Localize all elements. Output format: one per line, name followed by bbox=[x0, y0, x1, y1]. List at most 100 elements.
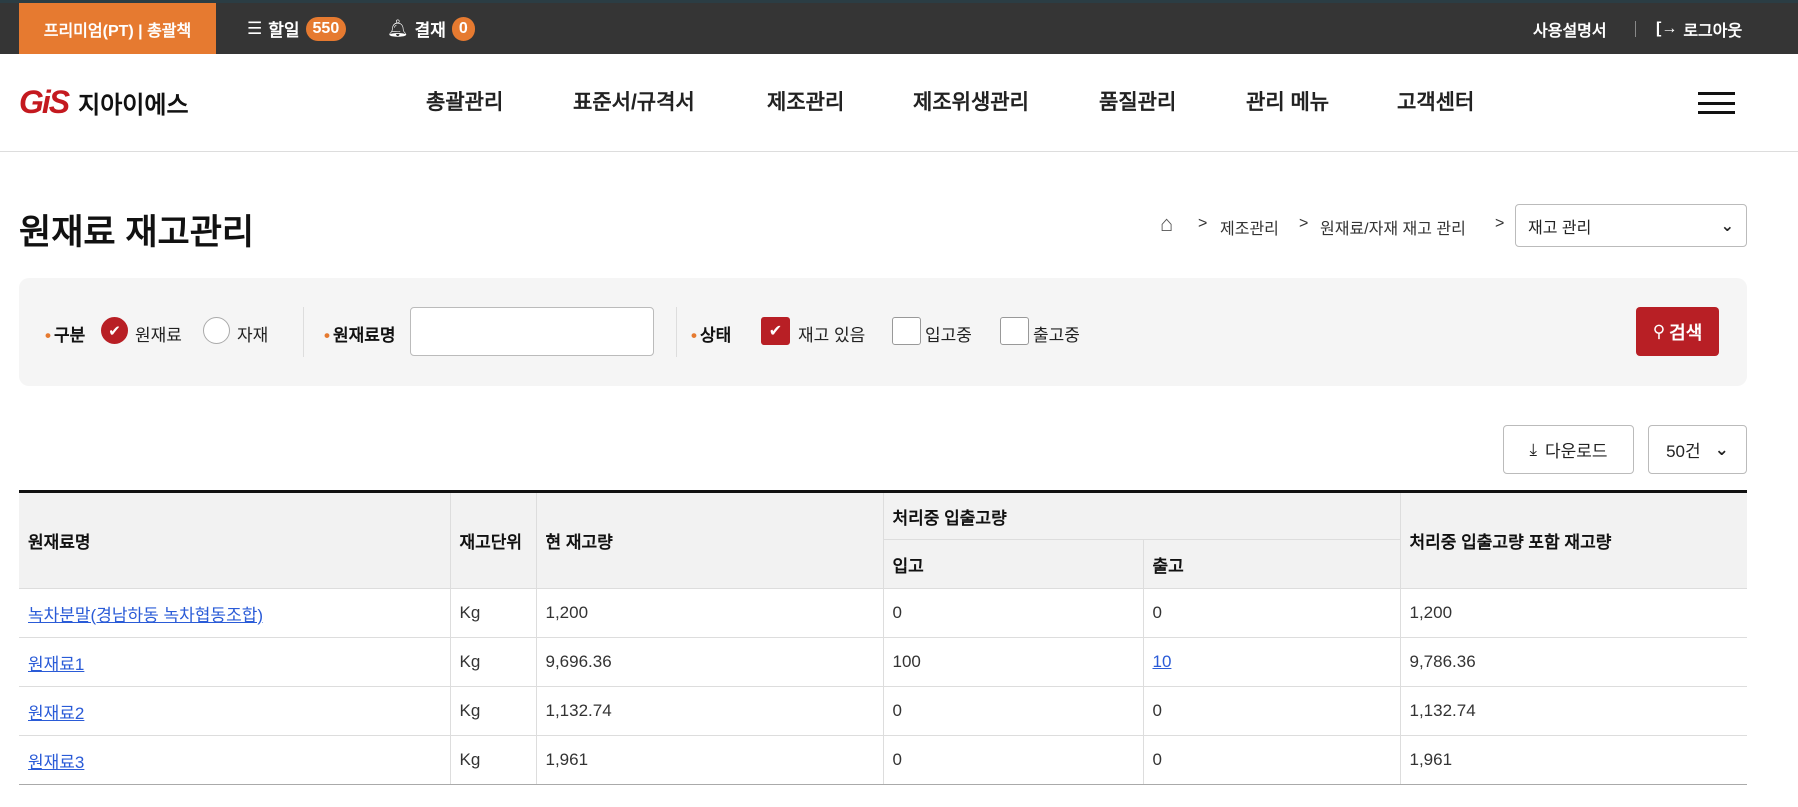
cell-unit: Kg bbox=[449, 686, 537, 736]
breadcrumb-select-value: 재고 관리 bbox=[1528, 219, 1592, 237]
name-link[interactable]: 녹차분말(경남하동 녹차협동조합) bbox=[28, 606, 263, 625]
cell-in: 0 bbox=[882, 588, 1144, 638]
cell-name: 원재료3 bbox=[19, 735, 451, 785]
cell-unit: Kg bbox=[449, 637, 537, 687]
search-button[interactable]: ⚲ 검색 bbox=[1636, 307, 1719, 356]
current-value: 1,961 bbox=[545, 750, 589, 769]
approval-count-badge: 0 bbox=[451, 16, 475, 41]
radio-label: 원재료 bbox=[135, 326, 182, 345]
header-in: 입고 bbox=[883, 539, 1144, 589]
checkbox-label: 출고중 bbox=[1033, 326, 1080, 345]
cell-name: 원재료1 bbox=[19, 637, 451, 687]
nav-item-manufacturing[interactable]: 제조관리 bbox=[767, 84, 844, 122]
unit-value: Kg bbox=[459, 603, 481, 622]
download-button[interactable]: ⤓ 다운로드 bbox=[1503, 425, 1634, 474]
bell-icon: 🔔︎ bbox=[387, 18, 409, 38]
out-link[interactable]: 10 bbox=[1153, 652, 1172, 671]
divider bbox=[676, 307, 677, 357]
nav-item-support[interactable]: 고객센터 bbox=[1397, 84, 1474, 122]
out-value: 0 bbox=[1152, 750, 1162, 769]
in-value: 0 bbox=[892, 750, 902, 769]
logout-icon: [→ bbox=[1656, 19, 1678, 37]
page-size-select[interactable]: 50건 ⌄ bbox=[1648, 425, 1747, 474]
cell-unit: Kg bbox=[449, 735, 537, 785]
download-icon: ⤓ bbox=[1529, 439, 1537, 459]
header-current: 현 재고량 bbox=[535, 491, 884, 589]
name-input[interactable] bbox=[410, 307, 654, 356]
home-icon[interactable]: ⌂ bbox=[1160, 211, 1173, 237]
out-value: 0 bbox=[1152, 701, 1162, 720]
table-row: 원재료1 Kg 9,696.36 100 10 9,786.36 bbox=[19, 637, 1747, 687]
checkbox-label: 재고 있음 bbox=[798, 326, 866, 345]
cell-name: 녹차분말(경남하동 녹차협동조합) bbox=[19, 588, 451, 638]
breadcrumb-select[interactable]: 재고 관리 ⌄ bbox=[1515, 204, 1747, 247]
hamburger-menu-icon[interactable] bbox=[1698, 92, 1735, 114]
logo[interactable]: GiS 지아이에스 bbox=[19, 84, 189, 121]
status-label: 상태 bbox=[691, 321, 731, 346]
name-link[interactable]: 원재료2 bbox=[28, 704, 84, 723]
checkbox-label: 입고중 bbox=[925, 326, 972, 345]
cell-in: 0 bbox=[882, 686, 1144, 736]
nav-item-overview[interactable]: 총괄관리 bbox=[426, 84, 503, 122]
cell-unit: Kg bbox=[449, 588, 537, 638]
page-size-value: 50건 bbox=[1666, 442, 1701, 461]
name-link[interactable]: 원재료1 bbox=[28, 655, 84, 674]
top-bar: 프리미엄(PT) | 총괄책 ☰ 할일 550 🔔︎ 결재 0 사용설명서 [→… bbox=[0, 0, 1798, 54]
checkbox-in-stock[interactable]: ✔ bbox=[761, 317, 790, 345]
breadcrumb-item[interactable]: 원재료/자재 재고 관리 bbox=[1320, 215, 1466, 239]
approval-label: 결재 bbox=[414, 21, 446, 40]
todo-button[interactable]: ☰ 할일 550 bbox=[247, 3, 347, 54]
divider bbox=[1635, 21, 1636, 37]
breadcrumb-item[interactable]: 제조관리 bbox=[1220, 215, 1279, 239]
current-value: 1,200 bbox=[545, 603, 589, 622]
nav-item-standards[interactable]: 표준서/규격서 bbox=[573, 84, 695, 122]
plan-badge: 프리미엄(PT) | 총괄책 bbox=[19, 3, 216, 54]
radio-raw-material[interactable]: ✔ bbox=[101, 317, 128, 344]
cell-name: 원재료2 bbox=[19, 686, 451, 736]
manual-link[interactable]: 사용설명서 bbox=[1533, 3, 1607, 54]
approval-button[interactable]: 🔔︎ 결재 0 bbox=[387, 3, 475, 54]
in-value: 0 bbox=[892, 603, 902, 622]
total-value: 1,132.74 bbox=[1409, 701, 1476, 720]
cell-in: 0 bbox=[882, 735, 1144, 785]
todo-label: 할일 bbox=[268, 21, 300, 40]
current-value: 1,132.74 bbox=[545, 701, 612, 720]
name-link[interactable]: 원재료3 bbox=[28, 753, 84, 772]
chevron-right-icon: > bbox=[1495, 215, 1505, 232]
page-title: 원재료 재고관리 bbox=[19, 213, 255, 252]
inventory-table: 원재료명 재고단위 현 재고량 처리중 입출고량 처리중 입출고량 포함 재고량… bbox=[19, 490, 1747, 785]
cell-out: 0 bbox=[1142, 686, 1401, 736]
filter-panel bbox=[19, 278, 1747, 386]
radio-label: 자재 bbox=[237, 326, 269, 345]
chevron-right-icon: > bbox=[1299, 215, 1309, 232]
cell-out: 0 bbox=[1142, 588, 1401, 638]
total-value: 9,786.36 bbox=[1409, 652, 1476, 671]
out-value: 0 bbox=[1152, 603, 1162, 622]
total-value: 1,961 bbox=[1409, 750, 1453, 769]
logout-label: 로그아웃 bbox=[1683, 22, 1743, 40]
name-label: 원재료명 bbox=[324, 321, 396, 346]
logout-button[interactable]: [→ 로그아웃 bbox=[1656, 3, 1742, 54]
nav-item-quality[interactable]: 품질관리 bbox=[1099, 84, 1176, 122]
cell-out: 10 bbox=[1142, 637, 1401, 687]
search-label: 검색 bbox=[1669, 322, 1703, 343]
nav-item-hygiene[interactable]: 제조위생관리 bbox=[913, 84, 1029, 122]
cell-total: 1,132.74 bbox=[1399, 686, 1747, 736]
table-row: 원재료3 Kg 1,961 0 0 1,961 bbox=[19, 735, 1747, 785]
cell-current: 1,200 bbox=[535, 588, 884, 638]
cell-in: 100 bbox=[882, 637, 1144, 687]
chevron-down-icon: ⌄ bbox=[1714, 439, 1729, 459]
checkbox-outgoing[interactable] bbox=[1000, 317, 1029, 345]
current-value: 9,696.36 bbox=[545, 652, 612, 671]
todo-count-badge: 550 bbox=[305, 16, 347, 41]
checkbox-incoming[interactable] bbox=[892, 317, 921, 345]
radio-material[interactable] bbox=[203, 317, 230, 344]
header-processing: 처리중 입출고량 bbox=[882, 491, 1401, 540]
cell-total: 1,961 bbox=[1399, 735, 1747, 785]
cell-current: 9,696.36 bbox=[535, 637, 884, 687]
header bbox=[0, 54, 1798, 152]
cell-current: 1,132.74 bbox=[535, 686, 884, 736]
type-label: 구분 bbox=[45, 321, 85, 346]
nav-item-admin[interactable]: 관리 메뉴 bbox=[1246, 84, 1329, 122]
cell-total: 9,786.36 bbox=[1399, 637, 1747, 687]
